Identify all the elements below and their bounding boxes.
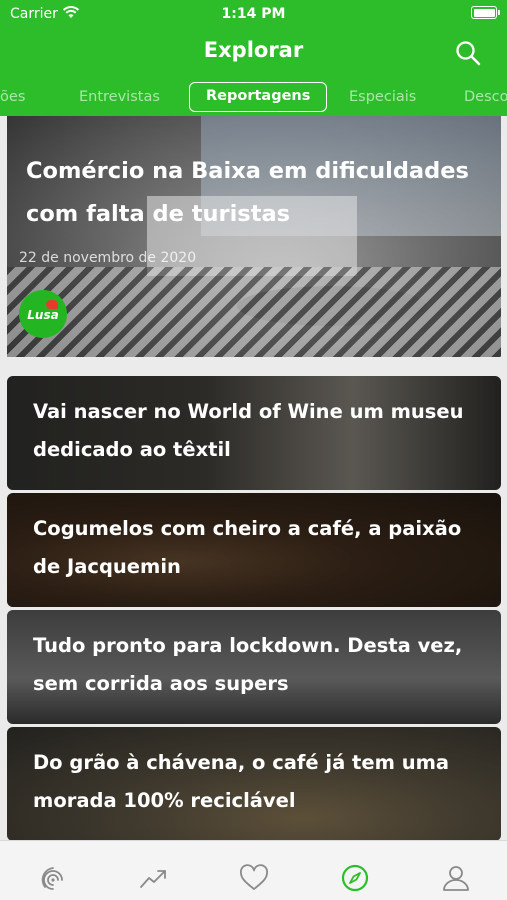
featured-article-title: Comércio na Baixa em dificuldades com fa… — [26, 158, 469, 227]
tab-opinioes[interactable]: iões — [0, 82, 25, 112]
top-bar: Carrier 1:14 PM Explorar iões Entrevista… — [0, 0, 507, 116]
featured-article-date: 22 de novembro de 2020 — [19, 250, 197, 266]
article-card[interactable]: Tudo pronto para lockdown. Desta vez, se… — [7, 610, 501, 724]
article-title: Vai nascer no World of Wine um museu ded… — [33, 400, 464, 461]
feed-icon[interactable] — [38, 863, 68, 893]
heart-icon[interactable] — [239, 863, 269, 893]
source-logo: Lusa — [19, 290, 67, 338]
trending-icon[interactable] — [139, 863, 169, 893]
article-title: Tudo pronto para lockdown. Desta vez, se… — [33, 634, 463, 695]
article-card[interactable]: Do grão à chávena, o café já tem uma mor… — [7, 727, 501, 841]
article-card[interactable]: Cogumelos com cheiro a café, a paixão de… — [7, 493, 501, 607]
category-tabs: iões Entrevistas Reportagens Especiais D… — [0, 82, 507, 112]
status-time: 1:14 PM — [221, 6, 286, 22]
user-icon[interactable] — [441, 863, 471, 893]
search-icon[interactable] — [455, 40, 481, 66]
article-card[interactable]: Vai nascer no World of Wine um museu ded… — [7, 376, 501, 490]
tab-descobrir[interactable]: Desco — [464, 82, 507, 112]
article-title: Do grão à chávena, o café já tem uma mor… — [33, 751, 450, 812]
compass-icon[interactable] — [340, 863, 370, 893]
bottom-tab-bar — [0, 840, 507, 900]
battery-icon — [471, 6, 500, 19]
page-title: Explorar — [203, 38, 304, 62]
tab-especiais[interactable]: Especiais — [349, 82, 416, 112]
status-bar: Carrier 1:14 PM — [0, 0, 507, 28]
hero-image-pavement — [7, 267, 501, 357]
featured-article[interactable]: Comércio na Baixa em dificuldades com fa… — [7, 116, 501, 357]
source-logo-text: Lusa — [27, 308, 59, 322]
tab-entrevistas[interactable]: Entrevistas — [79, 82, 160, 112]
article-title: Cogumelos com cheiro a café, a paixão de… — [33, 517, 462, 578]
source-logo-swirl — [46, 300, 58, 309]
tab-reportagens[interactable]: Reportagens — [189, 82, 328, 112]
